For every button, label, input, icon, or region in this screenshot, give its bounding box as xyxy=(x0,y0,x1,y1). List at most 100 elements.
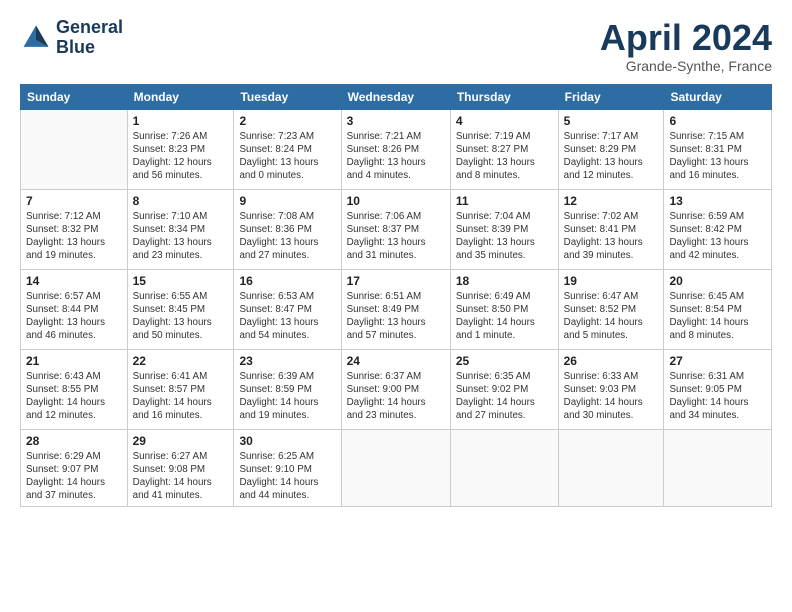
calendar-cell: 1 Sunrise: 7:26 AM Sunset: 8:23 PM Daylig… xyxy=(127,109,234,189)
day-number: 7 xyxy=(26,194,122,208)
calendar-cell xyxy=(21,109,128,189)
day-info: Sunrise: 6:55 AM Sunset: 8:45 PM Dayligh… xyxy=(133,290,229,343)
day-number: 9 xyxy=(239,194,335,208)
day-number: 16 xyxy=(239,274,335,288)
day-number: 21 xyxy=(26,354,122,368)
calendar-cell: 5 Sunrise: 7:17 AM Sunset: 8:29 PM Daylig… xyxy=(558,109,664,189)
day-number: 11 xyxy=(456,194,553,208)
day-info: Sunrise: 6:31 AM Sunset: 9:05 PM Dayligh… xyxy=(669,370,766,423)
day-info: Sunrise: 6:43 AM Sunset: 8:55 PM Dayligh… xyxy=(26,370,122,423)
day-info: Sunrise: 7:15 AM Sunset: 8:31 PM Dayligh… xyxy=(669,130,766,183)
weekday-header-tuesday: Tuesday xyxy=(234,84,341,109)
week-row-2: 7 Sunrise: 7:12 AM Sunset: 8:32 PM Daylig… xyxy=(21,189,772,269)
day-info: Sunrise: 7:26 AM Sunset: 8:23 PM Dayligh… xyxy=(133,130,229,183)
day-info: Sunrise: 7:12 AM Sunset: 8:32 PM Dayligh… xyxy=(26,210,122,263)
calendar-cell: 2 Sunrise: 7:23 AM Sunset: 8:24 PM Daylig… xyxy=(234,109,341,189)
week-row-4: 21 Sunrise: 6:43 AM Sunset: 8:55 PM Dayli… xyxy=(21,349,772,429)
logo: General Blue xyxy=(20,18,123,58)
calendar-cell: 19Sunrise: 6:47 AM Sunset: 8:52 PM Dayli… xyxy=(558,269,664,349)
day-info: Sunrise: 7:04 AM Sunset: 8:39 PM Dayligh… xyxy=(456,210,553,263)
calendar-cell: 15 Sunrise: 6:55 AM Sunset: 8:45 PM Dayli… xyxy=(127,269,234,349)
calendar-cell xyxy=(558,429,664,507)
logo-text: General Blue xyxy=(56,18,123,58)
day-info: Sunrise: 7:19 AM Sunset: 8:27 PM Dayligh… xyxy=(456,130,553,183)
day-number: 4 xyxy=(456,114,553,128)
weekday-header-saturday: Saturday xyxy=(664,84,772,109)
calendar-cell xyxy=(664,429,772,507)
calendar-cell: 21 Sunrise: 6:43 AM Sunset: 8:55 PM Dayli… xyxy=(21,349,128,429)
calendar-cell xyxy=(341,429,450,507)
day-number: 26 xyxy=(564,354,659,368)
day-info: Sunrise: 6:25 AM Sunset: 9:10 PM Dayligh… xyxy=(239,450,335,503)
day-number: 3 xyxy=(347,114,445,128)
day-number: 17 xyxy=(347,274,445,288)
logo-icon xyxy=(20,22,52,54)
calendar-cell: 18 Sunrise: 6:49 AM Sunset: 8:50 PM Dayli… xyxy=(450,269,558,349)
calendar-cell: 13Sunrise: 6:59 AM Sunset: 8:42 PM Dayli… xyxy=(664,189,772,269)
day-info: Sunrise: 6:49 AM Sunset: 8:50 PM Dayligh… xyxy=(456,290,553,343)
day-info: Sunrise: 6:53 AM Sunset: 8:47 PM Dayligh… xyxy=(239,290,335,343)
page: General Blue April 2024 Grande-Synthe, F… xyxy=(0,0,792,612)
calendar-cell: 29Sunrise: 6:27 AM Sunset: 9:08 PM Dayli… xyxy=(127,429,234,507)
day-number: 10 xyxy=(347,194,445,208)
title-block: April 2024 Grande-Synthe, France xyxy=(600,18,772,74)
day-number: 1 xyxy=(133,114,229,128)
header: General Blue April 2024 Grande-Synthe, F… xyxy=(20,18,772,74)
calendar-cell: 24Sunrise: 6:37 AM Sunset: 9:00 PM Dayli… xyxy=(341,349,450,429)
calendar-cell: 30 Sunrise: 6:25 AM Sunset: 9:10 PM Dayli… xyxy=(234,429,341,507)
day-info: Sunrise: 7:21 AM Sunset: 8:26 PM Dayligh… xyxy=(347,130,445,183)
day-info: Sunrise: 6:47 AM Sunset: 8:52 PM Dayligh… xyxy=(564,290,659,343)
day-info: Sunrise: 7:23 AM Sunset: 8:24 PM Dayligh… xyxy=(239,130,335,183)
calendar-cell: 12 Sunrise: 7:02 AM Sunset: 8:41 PM Dayli… xyxy=(558,189,664,269)
day-number: 18 xyxy=(456,274,553,288)
day-number: 23 xyxy=(239,354,335,368)
day-number: 20 xyxy=(669,274,766,288)
subtitle: Grande-Synthe, France xyxy=(600,58,772,74)
calendar-cell: 27 Sunrise: 6:31 AM Sunset: 9:05 PM Dayli… xyxy=(664,349,772,429)
weekday-header-friday: Friday xyxy=(558,84,664,109)
calendar-cell: 28 Sunrise: 6:29 AM Sunset: 9:07 PM Dayli… xyxy=(21,429,128,507)
day-number: 25 xyxy=(456,354,553,368)
weekday-header-monday: Monday xyxy=(127,84,234,109)
day-info: Sunrise: 6:51 AM Sunset: 8:49 PM Dayligh… xyxy=(347,290,445,343)
day-number: 12 xyxy=(564,194,659,208)
weekday-header-thursday: Thursday xyxy=(450,84,558,109)
calendar-cell: 11 Sunrise: 7:04 AM Sunset: 8:39 PM Dayli… xyxy=(450,189,558,269)
calendar-cell: 9 Sunrise: 7:08 AM Sunset: 8:36 PM Daylig… xyxy=(234,189,341,269)
week-row-5: 28 Sunrise: 6:29 AM Sunset: 9:07 PM Dayli… xyxy=(21,429,772,507)
day-info: Sunrise: 7:02 AM Sunset: 8:41 PM Dayligh… xyxy=(564,210,659,263)
weekday-header-sunday: Sunday xyxy=(21,84,128,109)
day-info: Sunrise: 6:39 AM Sunset: 8:59 PM Dayligh… xyxy=(239,370,335,423)
weekday-header-wednesday: Wednesday xyxy=(341,84,450,109)
weekday-header-row: SundayMondayTuesdayWednesdayThursdayFrid… xyxy=(21,84,772,109)
calendar-cell xyxy=(450,429,558,507)
calendar-cell: 25 Sunrise: 6:35 AM Sunset: 9:02 PM Dayli… xyxy=(450,349,558,429)
day-number: 14 xyxy=(26,274,122,288)
calendar-cell: 16 Sunrise: 6:53 AM Sunset: 8:47 PM Dayli… xyxy=(234,269,341,349)
day-number: 6 xyxy=(669,114,766,128)
day-info: Sunrise: 6:33 AM Sunset: 9:03 PM Dayligh… xyxy=(564,370,659,423)
day-number: 30 xyxy=(239,434,335,448)
day-number: 2 xyxy=(239,114,335,128)
day-number: 28 xyxy=(26,434,122,448)
day-number: 29 xyxy=(133,434,229,448)
day-info: Sunrise: 7:06 AM Sunset: 8:37 PM Dayligh… xyxy=(347,210,445,263)
day-number: 24 xyxy=(347,354,445,368)
calendar-cell: 8Sunrise: 7:10 AM Sunset: 8:34 PM Daylig… xyxy=(127,189,234,269)
day-number: 13 xyxy=(669,194,766,208)
day-info: Sunrise: 7:08 AM Sunset: 8:36 PM Dayligh… xyxy=(239,210,335,263)
day-info: Sunrise: 6:29 AM Sunset: 9:07 PM Dayligh… xyxy=(26,450,122,503)
calendar-cell: 22 Sunrise: 6:41 AM Sunset: 8:57 PM Dayli… xyxy=(127,349,234,429)
day-number: 27 xyxy=(669,354,766,368)
calendar-cell: 4 Sunrise: 7:19 AM Sunset: 8:27 PM Daylig… xyxy=(450,109,558,189)
day-number: 22 xyxy=(133,354,229,368)
calendar-cell: 3 Sunrise: 7:21 AM Sunset: 8:26 PM Daylig… xyxy=(341,109,450,189)
day-info: Sunrise: 6:45 AM Sunset: 8:54 PM Dayligh… xyxy=(669,290,766,343)
day-info: Sunrise: 6:35 AM Sunset: 9:02 PM Dayligh… xyxy=(456,370,553,423)
day-info: Sunrise: 7:10 AM Sunset: 8:34 PM Dayligh… xyxy=(133,210,229,263)
day-number: 5 xyxy=(564,114,659,128)
day-info: Sunrise: 7:17 AM Sunset: 8:29 PM Dayligh… xyxy=(564,130,659,183)
day-number: 15 xyxy=(133,274,229,288)
calendar-table: SundayMondayTuesdayWednesdayThursdayFrid… xyxy=(20,84,772,508)
day-info: Sunrise: 6:41 AM Sunset: 8:57 PM Dayligh… xyxy=(133,370,229,423)
